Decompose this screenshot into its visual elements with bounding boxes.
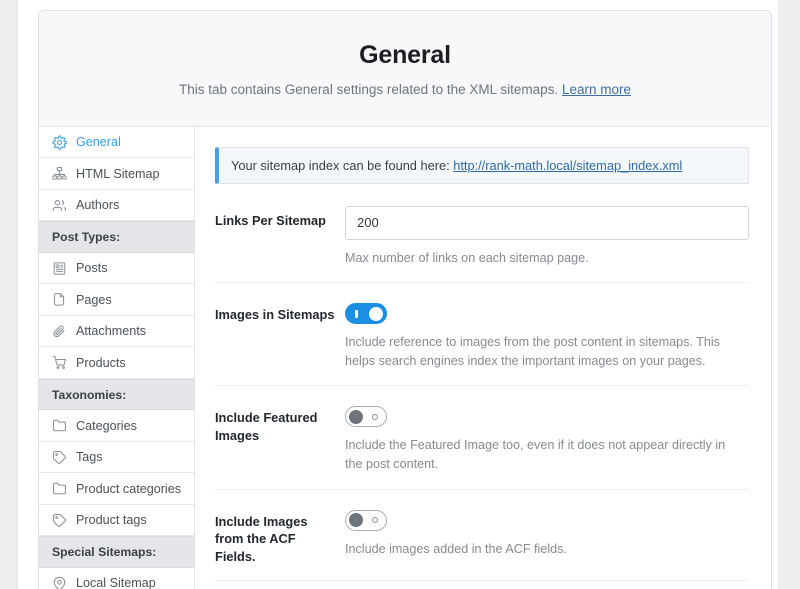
sidebar-item-label: Posts (76, 261, 108, 276)
field-help-images-in-sitemaps: Include reference to images from the pos… (345, 335, 720, 369)
screen: General This tab contains General settin… (0, 0, 800, 589)
users-icon (52, 198, 67, 213)
card-body: General HTML Sitemap Authors Post Types: Pos… (39, 126, 771, 589)
sidebar-item-pages[interactable]: Pages (39, 284, 194, 316)
shopping-cart-icon (52, 355, 67, 370)
field-label-images-in-sitemaps: Images in Sitemaps (215, 307, 335, 323)
page-right-gutter (778, 0, 800, 589)
folder-icon (52, 418, 67, 433)
page-icon (52, 292, 67, 307)
sidebar-item-products[interactable]: Products (39, 347, 194, 379)
field-include-featured-images: Include Featured Images Include the Feat… (215, 403, 749, 490)
field-include-acf-images: Include Images from the ACF Fields. Incl… (215, 507, 749, 581)
sitemap-index-notice: Your sitemap index can be found here: ht… (215, 146, 749, 184)
sitemap-tree-icon (52, 166, 67, 181)
sidebar-item-label: Attachments (76, 324, 146, 339)
sidebar-item-product-tags[interactable]: Product tags (39, 504, 194, 537)
field-control-include-featured-images: Include the Featured Image too, even if … (345, 403, 749, 474)
page-subtitle: This tab contains General settings relat… (59, 81, 751, 100)
paperclip-icon (52, 324, 67, 339)
include-acf-images-toggle[interactable] (345, 509, 387, 531)
sidebar-section-special-sitemaps: Special Sitemaps: (39, 536, 194, 568)
sidebar-item-tags[interactable]: Tags (39, 441, 194, 474)
sidebar-item-html-sitemap[interactable]: HTML Sitemap (39, 158, 194, 190)
toggle-knob (349, 409, 363, 424)
links-per-sitemap-input[interactable] (345, 205, 749, 240)
toggle-mark-icon (372, 517, 378, 524)
learn-more-link[interactable]: Learn more (562, 82, 631, 97)
sidebar-item-categories[interactable]: Categories (39, 410, 194, 442)
toggle-knob (369, 306, 383, 321)
toggle-mark-icon (372, 413, 378, 420)
sidebar-item-label: Pages (76, 292, 112, 307)
field-label-links-per-sitemap: Links Per Sitemap (215, 212, 326, 228)
sidebar-item-label: Tags (76, 450, 103, 465)
field-control-images-in-sitemaps: Include reference to images from the pos… (345, 300, 749, 371)
sidebar-item-label: HTML Sitemap (76, 166, 160, 181)
field-help-include-featured-images: Include the Featured Image too, even if … (345, 438, 726, 472)
images-in-sitemaps-toggle[interactable] (345, 303, 387, 325)
field-links-per-sitemap: Links Per Sitemap Max number of links on… (215, 205, 749, 284)
sitemap-index-link[interactable]: http://rank-math.local/sitemap_index.xml (453, 158, 682, 173)
include-featured-images-toggle[interactable] (345, 406, 387, 428)
field-help-include-acf-images: Include images added in the ACF fields. (345, 541, 567, 556)
field-images-in-sitemaps: Images in Sitemaps Include reference to … (215, 300, 749, 387)
field-control-include-acf-images: Include images added in the ACF fields. (345, 507, 749, 559)
sidebar-item-label: General (76, 135, 121, 150)
gear-icon (52, 135, 67, 150)
map-pin-icon (52, 576, 67, 589)
sidebar-item-label: Categories (76, 418, 137, 433)
field-help-links-per-sitemap: Max number of links on each sitemap page… (345, 250, 589, 265)
tag-icon (52, 513, 67, 528)
sidebar-item-product-categories[interactable]: Product categories (39, 473, 194, 505)
folder-icon (52, 481, 67, 496)
field-control-links-per-sitemap: Max number of links on each sitemap page… (345, 205, 749, 268)
sidebar-item-label: Local Sitemap (76, 576, 156, 589)
toggle-mark-icon (355, 309, 358, 318)
tag-icon (52, 450, 67, 465)
sidebar-item-label: Authors (76, 198, 120, 213)
sitemap-index-notice-text: Your sitemap index can be found here: (231, 157, 450, 173)
sidebar-item-label: Products (76, 355, 126, 370)
sidebar-item-local-sitemap[interactable]: Local Sitemap (39, 567, 194, 589)
page-left-gutter (0, 0, 18, 589)
settings-sidebar: General HTML Sitemap Authors Post Types: Pos… (39, 126, 195, 589)
settings-card: General This tab contains General settin… (38, 10, 772, 589)
sidebar-item-posts[interactable]: Posts (39, 252, 194, 285)
card-header: General This tab contains General settin… (39, 11, 771, 127)
field-label-include-featured-images: Include Featured Images (215, 410, 318, 443)
sidebar-item-label: Product categories (76, 481, 182, 496)
settings-content: Your sitemap index can be found here: ht… (195, 127, 771, 589)
sidebar-section-post-types: Post Types: (39, 221, 194, 253)
sidebar-item-authors[interactable]: Authors (39, 189, 194, 222)
page-title: General (359, 41, 451, 69)
toggle-knob (349, 513, 363, 528)
sidebar-section-taxonomies: Taxonomies: (39, 378, 194, 411)
page-subtitle-text: This tab contains General settings relat… (178, 82, 559, 97)
sidebar-item-label: Product tags (76, 513, 147, 528)
post-icon (52, 261, 67, 276)
sidebar-item-general[interactable]: General (39, 126, 194, 159)
field-label-include-acf-images: Include Images from the ACF Fields. (215, 513, 308, 564)
sidebar-item-attachments[interactable]: Attachments (39, 315, 194, 348)
